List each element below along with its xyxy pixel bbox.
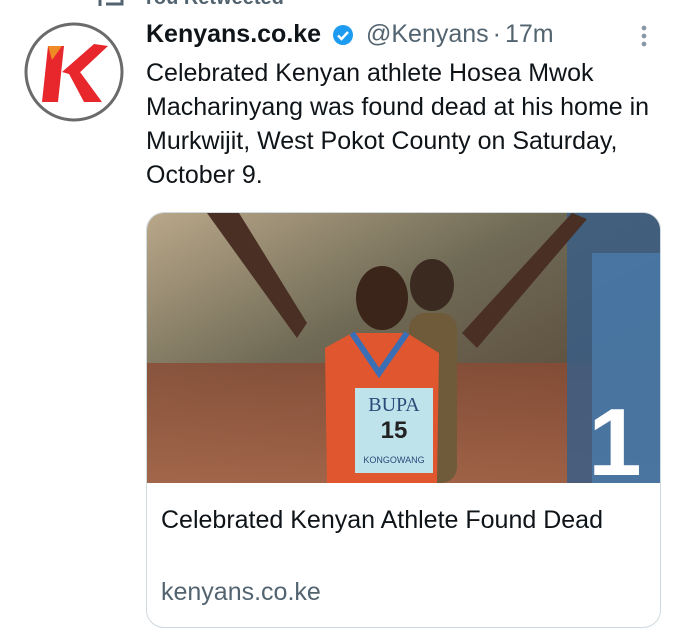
link-card[interactable]: BUPA 15 KONGOWANG 1 Celebrated Kenyan At…	[146, 212, 661, 628]
separator-dot: ·	[492, 20, 501, 48]
timestamp[interactable]: 17m	[505, 20, 554, 48]
bib-bottom-text: KONGOWANG	[363, 455, 424, 465]
retweet-label: You Retweeted	[142, 0, 284, 10]
verified-badge-icon	[332, 24, 353, 45]
retweet-indicator: You Retweeted	[0, 0, 683, 10]
kenyans-logo	[24, 22, 124, 122]
card-image: BUPA 15 KONGOWANG 1	[147, 213, 660, 483]
avatar[interactable]	[22, 20, 126, 124]
retweet-icon	[98, 0, 124, 6]
card-title[interactable]: Celebrated Kenyan Athlete Found Dead	[161, 503, 631, 538]
tweet-header: Kenyans.co.ke @Kenyans · 17m	[146, 20, 666, 54]
display-name[interactable]: Kenyans.co.ke	[146, 20, 321, 48]
handle[interactable]: @Kenyans	[366, 20, 489, 48]
more-options-icon[interactable]	[640, 24, 648, 48]
place-number: 1	[588, 389, 641, 483]
bib-sponsor: BUPA	[368, 394, 420, 416]
tweet-text: Celebrated Kenyan athlete Hosea Mwok Mac…	[146, 59, 650, 189]
bib-number: 15	[381, 417, 408, 444]
card-domain[interactable]: kenyans.co.ke	[161, 578, 321, 607]
